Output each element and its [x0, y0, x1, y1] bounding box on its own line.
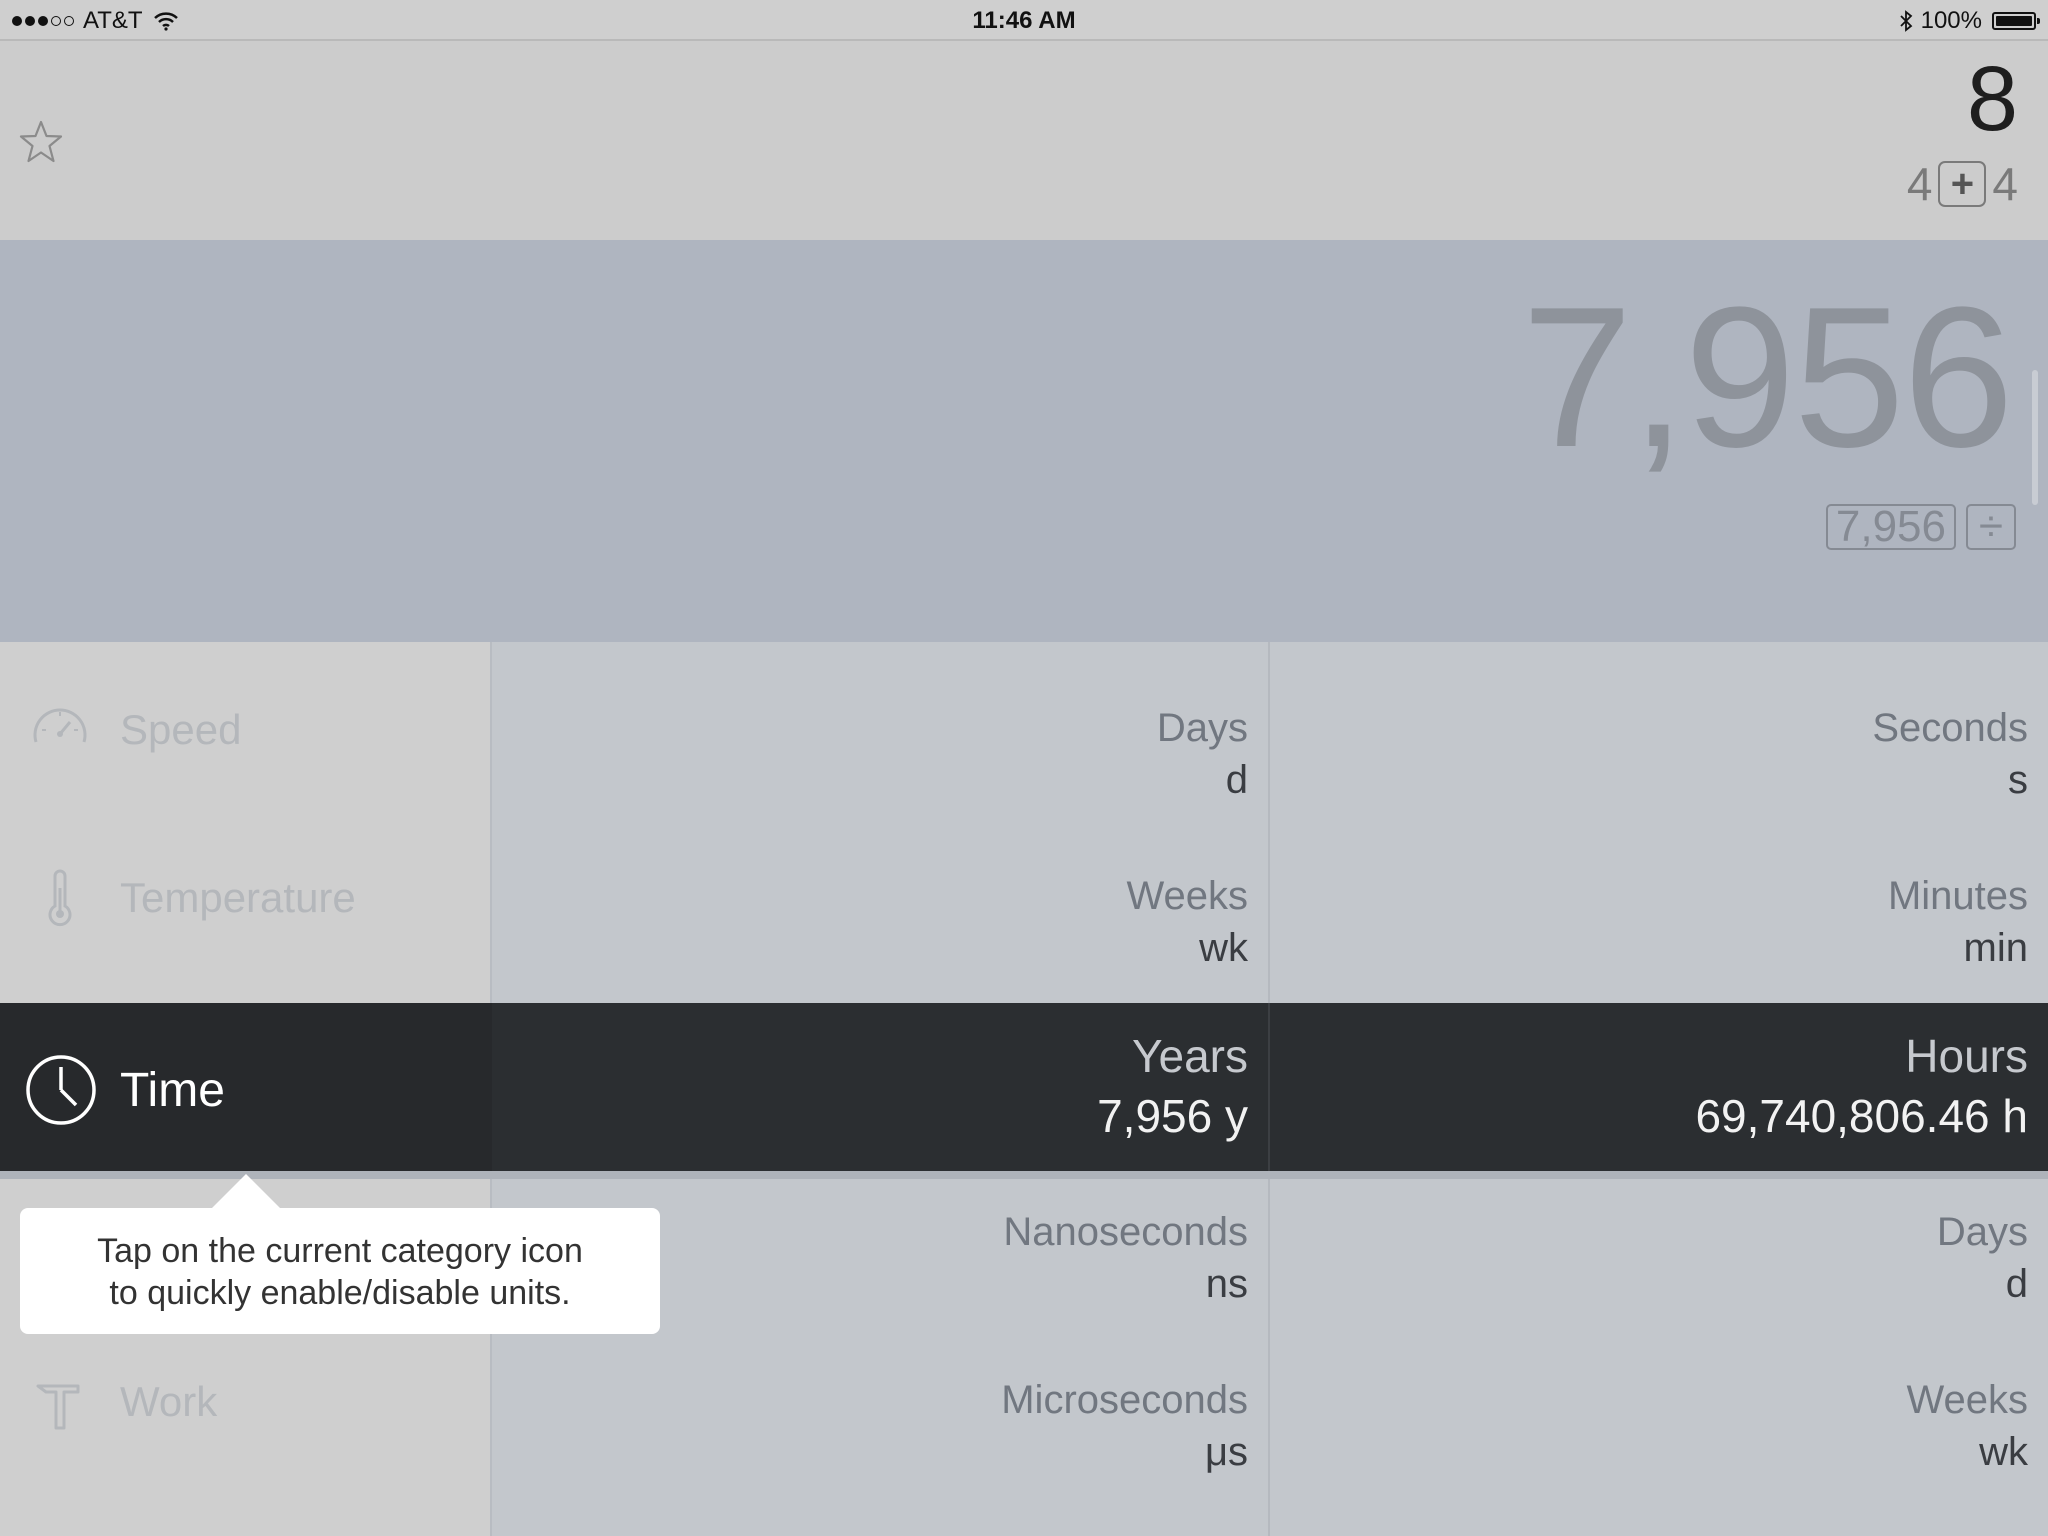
hammer-icon — [36, 1384, 80, 1430]
category-label: Temperature — [120, 874, 356, 921]
bluetooth-icon — [1899, 10, 1912, 32]
unit-abbr: d — [1225, 758, 1248, 802]
unit-name: Weeks — [1126, 874, 1248, 918]
unit-name: Minutes — [1887, 874, 2028, 918]
status-bar: AT&T 11:46 AM 100% — [0, 0, 2048, 41]
unit-name: Seconds — [1872, 706, 2028, 750]
divide-chip[interactable]: ÷ — [1966, 502, 2016, 551]
memory-total[interactable]: 8 — [1967, 53, 2018, 145]
unit-abbr: μs — [1204, 1430, 1248, 1474]
unit-cell-days[interactable]: Days d — [1937, 1212, 2028, 1304]
unit-name: Hours — [1905, 1030, 2028, 1082]
memory-right-operand: 4 — [1992, 158, 2018, 210]
unit-abbr: ns — [1205, 1262, 1248, 1306]
unit-name: Microseconds — [1001, 1378, 1248, 1422]
unit-cell-years[interactable]: Years 7,956 y — [1097, 1033, 1248, 1139]
star-icon[interactable] — [18, 119, 64, 165]
display-scrollbar[interactable] — [2032, 370, 2038, 505]
unit-value: 7,956 y — [1097, 1090, 1248, 1142]
unit-abbr: wk — [1199, 926, 1248, 970]
unit-name: Weeks — [1906, 1378, 2028, 1422]
category-item-work[interactable]: Work — [0, 1314, 492, 1482]
battery-icon — [1992, 12, 2040, 30]
unit-name: Days — [1156, 706, 1248, 750]
speedometer-icon — [33, 708, 87, 743]
category-label: Work — [120, 1378, 218, 1425]
thermometer-icon — [48, 869, 72, 927]
unit-name: Nanoseconds — [1003, 1210, 1248, 1254]
unit-name: Years — [1132, 1030, 1248, 1082]
category-item-speed[interactable]: Speed — [0, 642, 492, 810]
unit-cell-nanoseconds[interactable]: Nanoseconds ns — [1003, 1212, 1248, 1304]
unit-cell-weeks[interactable]: Weeks wk — [1906, 1380, 2028, 1472]
category-label: Speed — [120, 706, 242, 753]
status-time: 11:46 AM — [972, 7, 1076, 34]
unit-cell-seconds[interactable]: Seconds s — [1872, 708, 2028, 800]
display-chips: 7,956 ÷ — [1816, 502, 2016, 551]
category-label-time[interactable]: Time — [120, 1063, 225, 1118]
unit-name: Days — [1936, 1210, 2028, 1254]
unit-cell-minutes[interactable]: Minutes min — [1888, 876, 2028, 968]
hint-tooltip: Tap on the current category icon to quic… — [20, 1208, 660, 1334]
battery-percent: 100% — [1920, 7, 1982, 34]
tooltip-line: to quickly enable/disable units. — [109, 1274, 571, 1312]
unit-abbr: min — [1963, 926, 2028, 970]
unit-cell-weeks[interactable]: Weeks wk — [1126, 876, 1248, 968]
clock-icon[interactable] — [24, 1053, 98, 1127]
selected-row: Years 7,956 y Hours 69,740,806.46 h Time — [0, 1003, 2048, 1171]
tooltip-line: Tap on the current category icon — [97, 1232, 583, 1270]
unit-abbr: wk — [1979, 1430, 2028, 1474]
value-chip[interactable]: 7,956 — [1825, 502, 1956, 551]
display-value[interactable]: 7,956 — [1522, 278, 2014, 478]
memory-expression: 4 + 4 — [1907, 157, 2018, 211]
unit-cell-hours[interactable]: Hours 69,740,806.46 h — [1695, 1033, 2028, 1139]
unit-cell-microseconds[interactable]: Microseconds μs — [1001, 1380, 1248, 1472]
display-panel: 7,956 7,956 ÷ — [0, 240, 2048, 642]
unit-abbr: s — [2008, 758, 2028, 802]
status-right: 100% — [1899, 7, 2040, 35]
tooltip-arrow — [210, 1174, 282, 1210]
category-item-temperature[interactable]: Temperature — [0, 810, 492, 978]
memory-left-operand: 4 — [1906, 158, 1933, 210]
unit-value: 69,740,806.46 h — [1695, 1090, 2028, 1142]
unit-abbr: d — [2005, 1262, 2028, 1306]
memory-operator-button[interactable]: + — [1938, 161, 1987, 207]
unit-cell-days[interactable]: Days d — [1157, 708, 1248, 800]
memory-panel: 8 4 + 4 — [0, 41, 2048, 240]
